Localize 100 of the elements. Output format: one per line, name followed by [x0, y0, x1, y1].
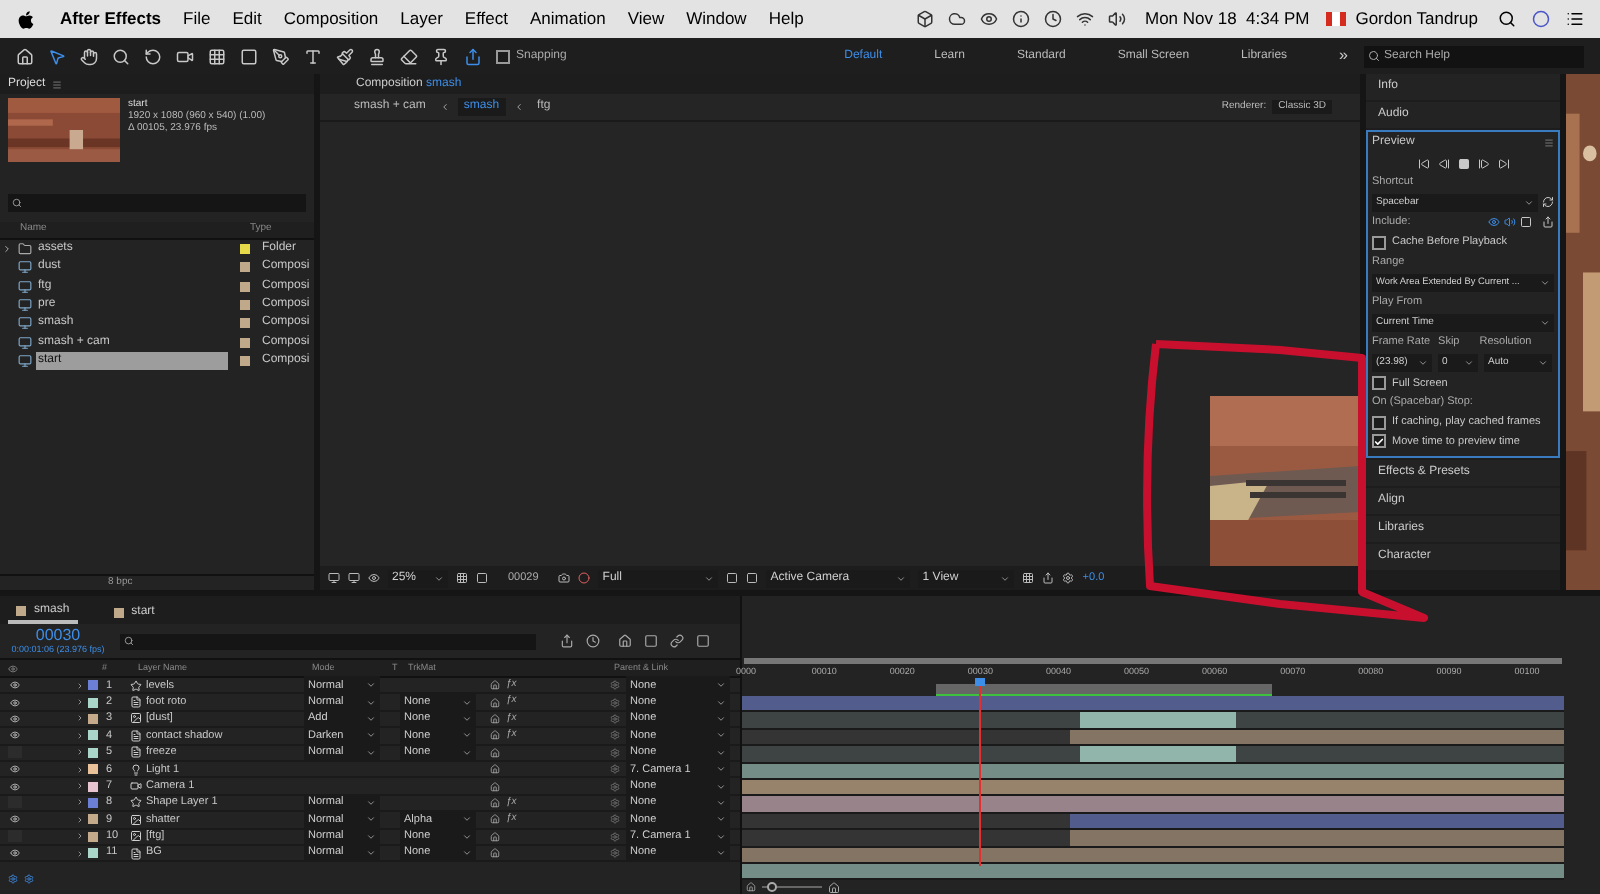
- next-frame-icon[interactable]: [1477, 157, 1489, 169]
- audio-toggle-icon[interactable]: [1504, 216, 1516, 229]
- project-search-field[interactable]: [8, 194, 306, 212]
- cloud-icon[interactable]: [947, 10, 965, 28]
- label-color-swatch[interactable]: [88, 697, 98, 708]
- first-frame-icon[interactable]: [1417, 157, 1429, 169]
- layer-search-field[interactable]: [120, 633, 536, 649]
- label-color-swatch[interactable]: [240, 300, 250, 311]
- region-icon[interactable]: [476, 572, 488, 584]
- layer-duration-bar[interactable]: [742, 796, 1564, 814]
- monitor-icon[interactable]: [328, 572, 340, 584]
- layer-duration-bar[interactable]: [742, 712, 1564, 730]
- label-color-swatch[interactable]: [88, 680, 98, 691]
- menu-item[interactable]: Edit: [232, 6, 262, 32]
- visibility-icon[interactable]: [9, 680, 19, 691]
- apple-icon[interactable]: [16, 9, 36, 29]
- visibility-icon[interactable]: [9, 781, 19, 792]
- previous-frame-icon[interactable]: [1437, 157, 1449, 169]
- user-name[interactable]: Gordon Tandrup: [1355, 6, 1478, 32]
- motion-blur-icon[interactable]: [670, 634, 684, 648]
- label-color-swatch[interactable]: [88, 831, 98, 842]
- cache-checkbox[interactable]: [1372, 235, 1386, 250]
- visibility-icon[interactable]: [9, 697, 19, 708]
- option-checkbox[interactable]: [1372, 415, 1386, 430]
- zoom-icon[interactable]: [112, 47, 130, 65]
- label-color-swatch[interactable]: [240, 337, 250, 348]
- menu-icon[interactable]: [1566, 10, 1584, 28]
- visibility-icon[interactable]: [9, 713, 19, 724]
- rotate-icon[interactable]: [144, 47, 162, 65]
- transparency-icon[interactable]: [726, 572, 739, 584]
- label-color-swatch[interactable]: [240, 355, 250, 366]
- layer-duration-bar[interactable]: [742, 746, 1564, 764]
- eye-icon[interactable]: [979, 10, 997, 28]
- label-color-swatch[interactable]: [240, 318, 250, 329]
- visibility-icon[interactable]: [9, 730, 19, 741]
- menu-item[interactable]: Effect: [464, 6, 508, 32]
- home-icon[interactable]: [16, 47, 34, 65]
- menu-item[interactable]: View: [627, 6, 665, 32]
- wifi-icon[interactable]: [1075, 10, 1093, 28]
- export-icon[interactable]: [1542, 216, 1554, 229]
- draft-3d-icon[interactable]: [586, 634, 600, 648]
- label-color-swatch[interactable]: [88, 730, 98, 741]
- snapshot-icon[interactable]: [558, 572, 571, 584]
- menubar-clock[interactable]: Mon Nov 18 4:34 PM: [1145, 6, 1310, 32]
- option-checkbox[interactable]: [1372, 434, 1386, 449]
- label-color-swatch[interactable]: [88, 764, 98, 775]
- overlay-toggle-icon[interactable]: [1520, 216, 1532, 229]
- snapping-checkbox[interactable]: [496, 49, 510, 63]
- more-workspaces-button[interactable]: »: [1339, 44, 1348, 68]
- label-color-swatch[interactable]: [88, 814, 98, 825]
- box-icon[interactable]: [915, 10, 933, 28]
- info-icon[interactable]: [1011, 10, 1029, 28]
- last-frame-icon[interactable]: [1497, 157, 1509, 169]
- menu-item[interactable]: After Effects: [60, 6, 162, 32]
- menu-item[interactable]: Animation: [530, 6, 606, 32]
- label-color-swatch[interactable]: [88, 713, 98, 724]
- label-color-swatch[interactable]: [88, 781, 98, 792]
- settings-icon[interactable]: [1062, 572, 1075, 584]
- label-color-swatch[interactable]: [240, 281, 250, 292]
- volume-icon[interactable]: [1107, 10, 1125, 28]
- menu-item[interactable]: Window: [686, 6, 747, 32]
- label-color-swatch[interactable]: [88, 848, 98, 859]
- hand-icon[interactable]: [80, 47, 98, 65]
- frame-blending-icon[interactable]: [644, 634, 658, 648]
- label-color-swatch[interactable]: [240, 244, 250, 255]
- camera-icon[interactable]: [176, 47, 194, 65]
- clock-icon[interactable]: [1043, 10, 1061, 28]
- zoom-slider-thumb[interactable]: [766, 882, 776, 893]
- pen-icon[interactable]: [272, 47, 290, 65]
- display-icon[interactable]: [348, 572, 360, 584]
- brush-icon[interactable]: [336, 47, 354, 65]
- stop-icon[interactable]: [1457, 157, 1469, 169]
- video-toggle-icon[interactable]: [1488, 216, 1500, 229]
- visibility-icon[interactable]: [9, 848, 19, 859]
- current-timecode[interactable]: 00030: [35, 625, 81, 644]
- menu-item[interactable]: Layer: [400, 6, 443, 32]
- pin-icon[interactable]: [432, 47, 450, 65]
- layer-duration-bar[interactable]: [742, 830, 1564, 848]
- reset-icon[interactable]: [1542, 196, 1554, 209]
- label-color-swatch[interactable]: [88, 797, 98, 808]
- visibility-icon[interactable]: [9, 814, 19, 825]
- draft-icon[interactable]: [746, 572, 759, 584]
- eraser-icon[interactable]: [400, 47, 418, 65]
- menu-item[interactable]: Composition: [283, 6, 379, 32]
- toggle-icon[interactable]: [1022, 572, 1035, 584]
- grid-icon[interactable]: [208, 47, 226, 65]
- menu-item[interactable]: Help: [768, 6, 804, 32]
- playhead[interactable]: [975, 678, 986, 866]
- search-icon[interactable]: [1498, 10, 1516, 28]
- rectangle-icon[interactable]: [240, 47, 258, 65]
- menu-item[interactable]: File: [183, 6, 211, 32]
- full-screen-checkbox[interactable]: [1372, 376, 1386, 391]
- pointer-icon[interactable]: [48, 47, 66, 65]
- graph-editor-icon[interactable]: [696, 634, 710, 648]
- label-color-swatch[interactable]: [88, 747, 98, 758]
- type-icon[interactable]: [304, 47, 322, 65]
- stamp-icon[interactable]: [368, 47, 386, 65]
- label-color-swatch[interactable]: [240, 262, 250, 273]
- grid-icon[interactable]: [456, 572, 468, 584]
- visibility-icon[interactable]: [9, 764, 19, 775]
